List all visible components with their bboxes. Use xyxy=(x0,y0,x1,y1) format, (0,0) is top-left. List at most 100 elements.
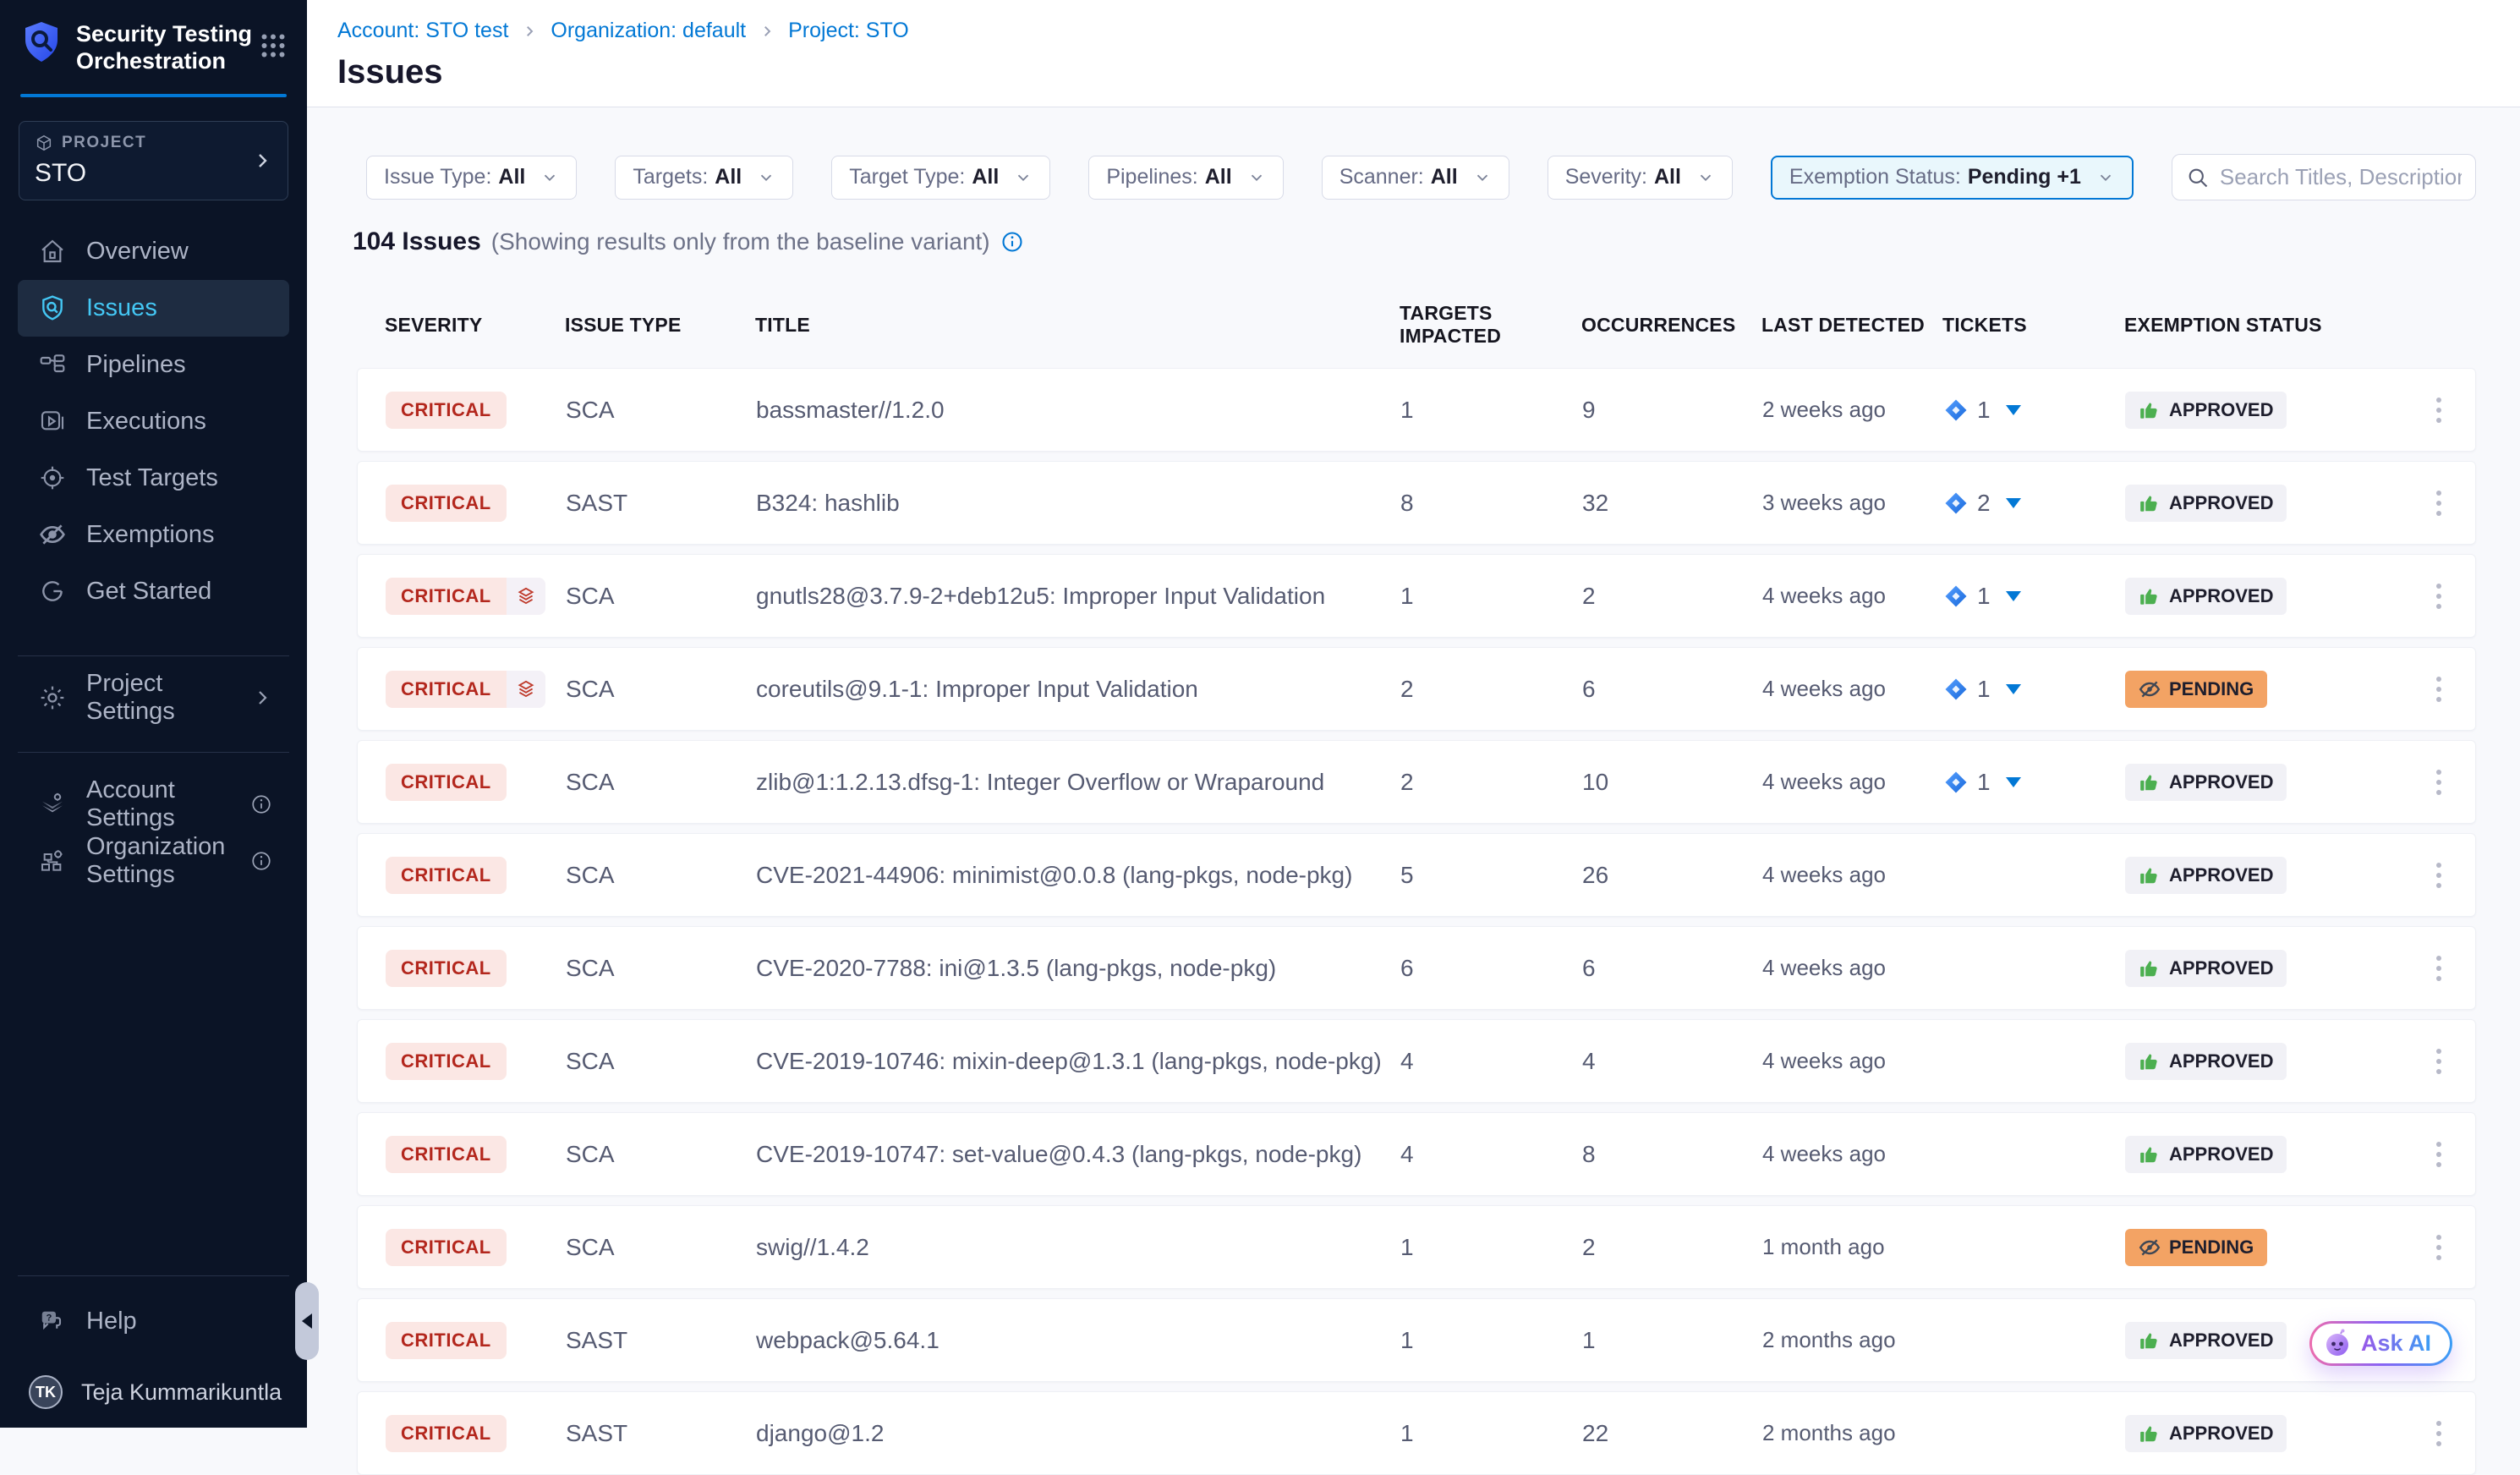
row-menu-button[interactable] xyxy=(2422,578,2456,614)
table-row[interactable]: CRITICAL SAST django@1.2 1 22 2 months a… xyxy=(357,1391,2476,1475)
thumbs-up-icon xyxy=(2139,492,2161,514)
filter-dropdown[interactable]: Exemption Status: Pending +1 xyxy=(1771,156,2134,200)
sto-shield-logo xyxy=(20,20,63,64)
sidebar-item-account-settings[interactable]: Account Settings xyxy=(18,776,289,833)
chevron-right-icon xyxy=(759,24,775,39)
issue-type: SAST xyxy=(566,1327,756,1354)
breadcrumb-organization[interactable]: Organization: default xyxy=(551,19,746,43)
filter-dropdown[interactable]: Target Type: All xyxy=(831,156,1050,200)
row-menu-button[interactable] xyxy=(2422,1044,2456,1079)
filter-value: All xyxy=(972,165,999,189)
issue-type: SCA xyxy=(566,862,756,889)
issue-title[interactable]: webpack@5.64.1 xyxy=(756,1327,1400,1354)
info-icon[interactable] xyxy=(250,850,272,872)
ticket-count: 1 xyxy=(1977,397,1991,424)
issue-title[interactable]: gnutls28@3.7.9-2+deb12u5: Improper Input… xyxy=(756,583,1400,610)
search-input[interactable] xyxy=(2220,164,2462,190)
issue-title[interactable]: CVE-2019-10747: set-value@0.4.3 (lang-pk… xyxy=(756,1141,1400,1168)
tickets-cell[interactable]: 1 xyxy=(1943,769,2125,796)
tickets-cell[interactable]: 1 xyxy=(1943,397,2125,424)
tickets-cell[interactable]: 1 xyxy=(1943,583,2125,610)
sidebar-item-help[interactable]: ? Help xyxy=(18,1293,289,1350)
filter-dropdown[interactable]: Issue Type: All xyxy=(366,156,577,200)
module-accent-bar xyxy=(20,94,287,97)
sidebar-collapse-handle[interactable] xyxy=(295,1282,319,1360)
issue-title[interactable]: swig//1.4.2 xyxy=(756,1234,1400,1261)
divider xyxy=(18,752,289,753)
row-menu-button[interactable] xyxy=(2422,765,2456,800)
table-row[interactable]: CRITICAL SCA bassmaster//1.2.0 1 9 2 wee… xyxy=(357,368,2476,452)
last-detected: 4 weeks ago xyxy=(1762,955,1943,981)
search-box[interactable] xyxy=(2172,154,2476,200)
sidebar-item-exemptions[interactable]: Exemptions xyxy=(18,507,289,563)
row-menu-button[interactable] xyxy=(2422,858,2456,893)
thumbs-up-icon xyxy=(2139,864,2161,886)
thumbs-up-icon xyxy=(2139,1050,2161,1072)
filter-dropdown[interactable]: Scanner: All xyxy=(1322,156,1509,200)
issue-title[interactable]: bassmaster//1.2.0 xyxy=(756,397,1400,424)
column-header: TARGETS IMPACTED xyxy=(1400,302,1581,348)
tickets-cell[interactable]: 2 xyxy=(1943,490,2125,517)
table-row[interactable]: CRITICAL SCA swig//1.4.2 1 2 1 month ago… xyxy=(357,1205,2476,1289)
issue-title[interactable]: CVE-2021-44906: minimist@0.0.8 (lang-pkg… xyxy=(756,862,1400,889)
last-detected: 4 weeks ago xyxy=(1762,1141,1943,1167)
sidebar-item-project-settings[interactable]: Project Settings xyxy=(18,670,289,727)
sidebar-item-issues[interactable]: Issues xyxy=(18,280,289,337)
row-menu-button[interactable] xyxy=(2422,392,2456,428)
table-row[interactable]: CRITICAL SCA zlib@1:1.2.13.dfsg-1: Integ… xyxy=(357,740,2476,824)
module-grid-icon[interactable] xyxy=(258,30,288,61)
row-menu-button[interactable] xyxy=(2422,1230,2456,1265)
issue-type: SCA xyxy=(566,769,756,796)
table-row[interactable]: CRITICAL SCA CVE-2021-44906: minimist@0.… xyxy=(357,833,2476,917)
table-row[interactable]: CRITICAL SCA coreutils@9.1-1: Improper I… xyxy=(357,647,2476,731)
project-selector[interactable]: PROJECT STO xyxy=(19,121,288,200)
sidebar-item-overview[interactable]: Overview xyxy=(18,223,289,280)
severity-cell: CRITICAL xyxy=(386,857,566,894)
ticket-dropdown-caret xyxy=(2006,777,2021,787)
divider xyxy=(18,655,289,656)
svg-text:?: ? xyxy=(46,1313,52,1323)
issue-title[interactable]: B324: hashlib xyxy=(756,490,1400,517)
table-row[interactable]: CRITICAL SCA CVE-2019-10746: mixin-deep@… xyxy=(357,1019,2476,1103)
row-menu-button[interactable] xyxy=(2422,1137,2456,1172)
row-menu-button[interactable] xyxy=(2422,951,2456,986)
issue-title[interactable]: CVE-2019-10746: mixin-deep@1.3.1 (lang-p… xyxy=(756,1048,1400,1075)
tickets-cell[interactable]: 1 xyxy=(1943,676,2125,703)
sidebar-item-test-targets[interactable]: Test Targets xyxy=(18,450,289,507)
issue-title[interactable]: CVE-2020-7788: ini@1.3.5 (lang-pkgs, nod… xyxy=(756,955,1400,982)
issue-title[interactable]: zlib@1:1.2.13.dfsg-1: Integer Overflow o… xyxy=(756,769,1400,796)
sidebar-item-pipelines[interactable]: Pipelines xyxy=(18,337,289,393)
targets-impacted: 1 xyxy=(1400,1420,1582,1447)
filter-dropdown[interactable]: Severity: All xyxy=(1548,156,1733,200)
table-row[interactable]: CRITICAL SCA gnutls28@3.7.9-2+deb12u5: I… xyxy=(357,554,2476,638)
breadcrumb-project[interactable]: Project: STO xyxy=(788,19,909,43)
filter-dropdown[interactable]: Targets: All xyxy=(615,156,793,200)
row-menu-button[interactable] xyxy=(2422,1416,2456,1451)
table-row[interactable]: CRITICAL SAST B324: hashlib 8 32 3 weeks… xyxy=(357,461,2476,545)
ask-ai-button[interactable]: Ask AI xyxy=(2309,1321,2452,1366)
table-row[interactable]: CRITICAL SCA CVE-2020-7788: ini@1.3.5 (l… xyxy=(357,926,2476,1010)
occurrences: 8 xyxy=(1582,1141,1762,1168)
sidebar-item-organization-settings[interactable]: Organization Settings xyxy=(18,833,289,890)
row-menu-button[interactable] xyxy=(2422,672,2456,707)
sidebar-item-label: Project Settings xyxy=(86,670,232,726)
table-row[interactable]: CRITICAL SAST webpack@5.64.1 1 1 2 month… xyxy=(357,1298,2476,1382)
table-row[interactable]: CRITICAL SCA CVE-2019-10747: set-value@0… xyxy=(357,1112,2476,1196)
info-icon[interactable] xyxy=(1000,230,1024,254)
row-menu-button[interactable] xyxy=(2422,485,2456,521)
ticket-count: 1 xyxy=(1977,769,1991,796)
project-label: PROJECT xyxy=(62,134,146,152)
filter-dropdown[interactable]: Pipelines: All xyxy=(1088,156,1283,200)
chevron-down-icon xyxy=(1014,168,1033,187)
user-profile[interactable]: TK Teja Kummarikuntla xyxy=(18,1375,289,1409)
filter-value: Pending +1 xyxy=(1968,165,2081,189)
ask-ai-label: Ask AI xyxy=(2361,1330,2431,1357)
breadcrumb-account[interactable]: Account: STO test xyxy=(337,19,508,43)
sidebar-item-executions[interactable]: Executions xyxy=(18,393,289,450)
issue-title[interactable]: coreutils@9.1-1: Improper Input Validati… xyxy=(756,676,1400,703)
info-icon[interactable] xyxy=(250,793,272,815)
sidebar-item-get-started[interactable]: Get Started xyxy=(18,563,289,620)
targets-impacted: 1 xyxy=(1400,397,1582,424)
targets-impacted: 1 xyxy=(1400,1234,1582,1261)
issue-title[interactable]: django@1.2 xyxy=(756,1420,1400,1447)
